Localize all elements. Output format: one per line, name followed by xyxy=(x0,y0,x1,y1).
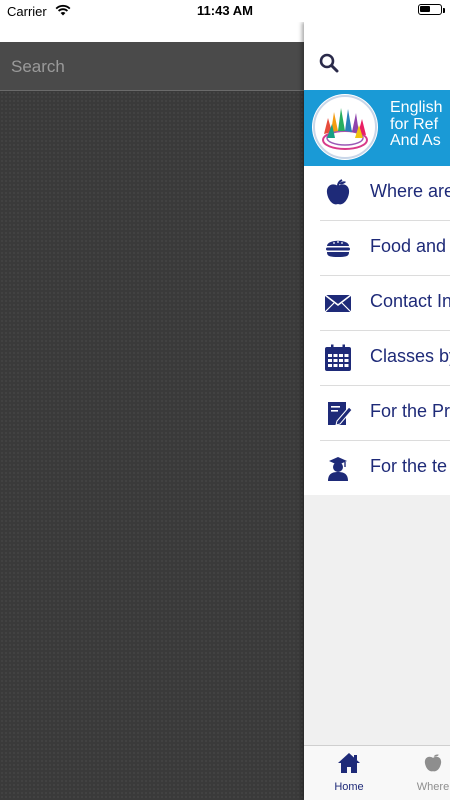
tab-bar: Home Where xyxy=(304,745,450,800)
main-top-bar xyxy=(0,22,304,42)
menu-item-label: Where are xyxy=(370,181,450,201)
menu-item-label: Contact In xyxy=(370,291,450,311)
drawer-menu: Where are Food and Contact In Classes by… xyxy=(304,166,450,495)
tab-label: Home xyxy=(334,781,364,793)
calendar-icon xyxy=(323,344,353,372)
menu-item-label: For the te xyxy=(370,456,448,476)
graduate-icon xyxy=(323,454,353,482)
drawer-search-area xyxy=(304,22,450,90)
document-edit-icon xyxy=(323,399,353,427)
menu-item-presenter[interactable]: For the Pr xyxy=(320,386,450,441)
search-bar xyxy=(0,42,304,92)
app-logo xyxy=(312,94,378,160)
apple-icon xyxy=(424,754,442,772)
banner-title: English for Ref And As xyxy=(390,99,443,150)
tab-home[interactable]: Home xyxy=(314,752,384,793)
side-drawer: English for Ref And As Where are Food an… xyxy=(304,22,450,800)
search-icon[interactable] xyxy=(319,53,339,78)
battery-tip xyxy=(443,8,445,13)
menu-item-where[interactable]: Where are xyxy=(320,166,450,221)
status-bar: Carrier 11:43 AM xyxy=(0,0,450,22)
banner-line: English xyxy=(390,99,443,116)
burger-icon xyxy=(323,234,353,262)
envelope-icon xyxy=(323,289,353,317)
tab-label: Where xyxy=(416,781,450,793)
home-icon xyxy=(338,753,360,773)
menu-item-label: Food and xyxy=(370,236,447,256)
menu-item-contact[interactable]: Contact In xyxy=(320,276,450,331)
menu-item-label: Classes by xyxy=(370,346,450,366)
banner-line: And As xyxy=(390,132,441,149)
main-content xyxy=(0,91,304,800)
menu-item-teacher[interactable]: For the te xyxy=(320,441,450,495)
app-banner: English for Ref And As xyxy=(304,90,450,166)
battery-icon xyxy=(418,4,442,15)
main-panel xyxy=(0,22,304,800)
search-input[interactable] xyxy=(0,42,303,92)
tab-where[interactable]: Where xyxy=(398,752,450,793)
apple-icon xyxy=(323,179,353,207)
menu-item-label: For the Pr xyxy=(370,401,450,421)
banner-line: for Ref xyxy=(390,115,439,133)
clock: 11:43 AM xyxy=(197,3,253,18)
menu-item-classes[interactable]: Classes by xyxy=(320,331,450,386)
menu-item-food[interactable]: Food and xyxy=(320,221,450,276)
